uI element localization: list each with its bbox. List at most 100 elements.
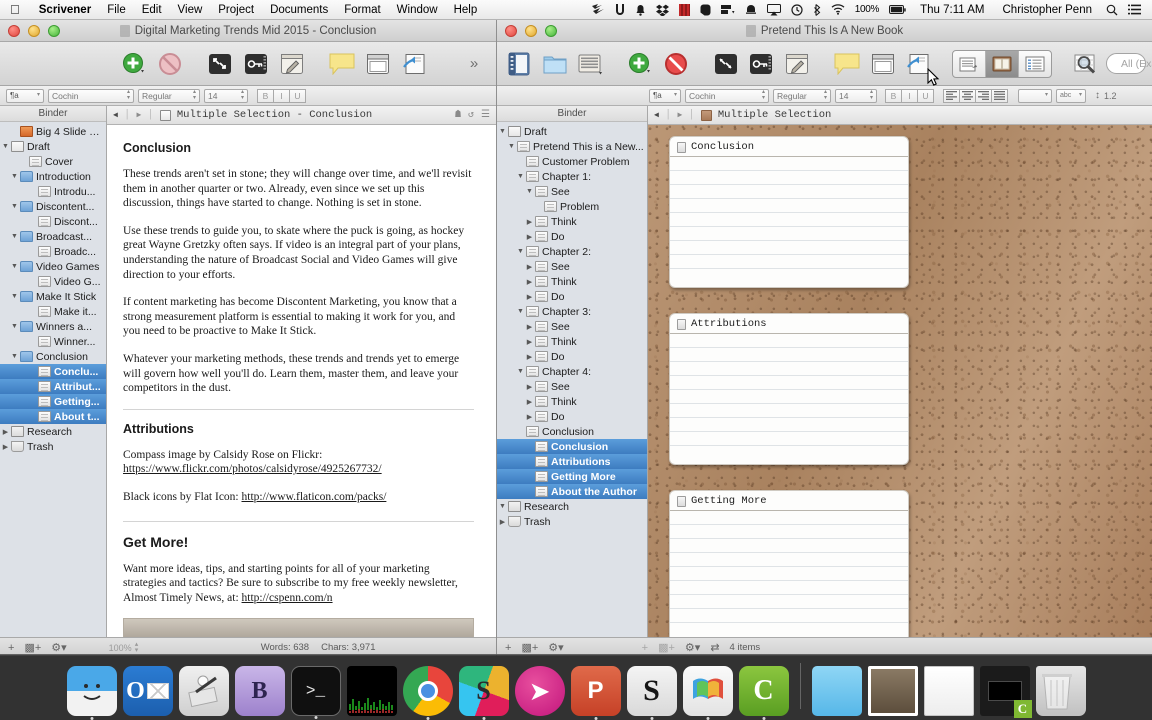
inspector-keyboard-button-right[interactable] <box>745 49 777 79</box>
index-card[interactable]: Attributions <box>669 313 909 465</box>
dock-item-camtasia[interactable]: C <box>738 666 789 716</box>
disclosure-triangle-open-icon[interactable]: ▼ <box>9 263 20 270</box>
dock-item-bbedit[interactable]: B <box>234 666 285 716</box>
binder-row[interactable]: ▼ Broadcast... <box>0 229 106 244</box>
binder-row[interactable]: ▼ Research <box>497 499 647 514</box>
underline-button-right[interactable]: U <box>917 88 934 103</box>
binder-row[interactable]: ▼ See <box>497 184 647 199</box>
binder-row[interactable]: ▼ Draft <box>497 124 647 139</box>
disclosure-triangle-open-icon[interactable]: ▼ <box>515 173 526 180</box>
disclosure-triangle-open-icon[interactable]: ▼ <box>9 203 20 210</box>
add-icon-right[interactable]: + <box>505 642 511 654</box>
back-arrow-icon-right[interactable]: ◀ <box>654 110 659 120</box>
flaticon-link[interactable]: http://www.flaticon.com/packs/ <box>242 491 387 503</box>
disclosure-triangle-open-icon[interactable]: ▼ <box>9 293 20 300</box>
menu-window[interactable]: Window <box>389 4 446 16</box>
export-button[interactable] <box>398 49 430 79</box>
binder-row[interactable]: Conclu... <box>0 364 106 379</box>
disclosure-triangle-open-icon[interactable]: ▼ <box>524 188 535 195</box>
outliner-view-button[interactable] <box>1019 51 1052 77</box>
apple-logo-icon[interactable]:  <box>0 3 31 16</box>
binder-row[interactable]: Conclusion <box>497 424 647 439</box>
dock-stack-downloads[interactable]: C <box>979 666 1032 718</box>
menu-format[interactable]: Format <box>336 4 388 16</box>
text-color-select[interactable]: ▾ <box>1018 88 1052 103</box>
document-editor-left[interactable]: Conclusion These trends aren't set in st… <box>107 125 496 637</box>
binder-row[interactable]: ▼ Video Games <box>0 259 106 274</box>
italic-button-left[interactable]: I <box>273 88 290 103</box>
disclosure-triangle-open-icon[interactable]: ▼ <box>0 143 11 150</box>
binder-row[interactable]: Make it... <box>0 304 106 319</box>
disclosure-triangle-closed-icon[interactable]: ▶ <box>524 323 535 331</box>
binder-row[interactable]: Big 4 Slide Deck <box>0 124 106 139</box>
add-folder-icon[interactable]: ▩+ <box>24 641 41 654</box>
binder-row[interactable]: ▼ Pretend This is a New... <box>497 139 647 154</box>
inspector-keyboard-button[interactable] <box>240 49 272 79</box>
battery-percent-label[interactable]: 100% <box>850 4 884 15</box>
binder-row[interactable]: Broadc... <box>0 244 106 259</box>
menu-file[interactable]: File <box>99 4 134 16</box>
arrange-icon[interactable]: ⇄ <box>710 641 719 654</box>
binder-row[interactable]: ▶ Trash <box>497 514 647 529</box>
binder-row[interactable]: ▼ Chapter 2: <box>497 244 647 259</box>
export-button-right[interactable] <box>902 49 934 79</box>
binder-row[interactable]: Getting... <box>0 394 106 409</box>
binder-row[interactable]: ▶ Trash <box>0 439 106 454</box>
menu-edit[interactable]: Edit <box>134 4 170 16</box>
binder-row[interactable]: ▶ See <box>497 379 647 394</box>
dock-item-terminal[interactable]: >_ <box>290 666 341 716</box>
binder-row[interactable]: Attribut... <box>0 379 106 394</box>
corkboard-add-icon[interactable]: + <box>642 642 648 654</box>
disclosure-triangle-open-icon[interactable]: ▼ <box>9 233 20 240</box>
disclosure-triangle-open-icon[interactable]: ▼ <box>506 143 517 150</box>
font-weight-select-right[interactable]: Regular ▴ ▾ <box>773 88 831 103</box>
menu-user-name[interactable]: Christopher Penn <box>994 4 1102 16</box>
menu-view[interactable]: View <box>170 4 211 16</box>
binder-row[interactable]: Cover <box>0 154 106 169</box>
disclosure-triangle-closed-icon[interactable]: ▶ <box>524 338 535 346</box>
menu-clock[interactable]: Thu 7:11 AM <box>911 4 993 16</box>
binder-row[interactable]: ▶ Do <box>497 349 647 364</box>
yellow-note-button-right[interactable] <box>831 49 863 79</box>
corkboard[interactable]: ConclusionAttributionsGetting MoreAbout … <box>648 125 1152 637</box>
dock-item-outlook[interactable]: O <box>122 666 173 716</box>
battery-charging-icon[interactable] <box>884 4 911 15</box>
binder-row[interactable]: ▼ Chapter 4: <box>497 364 647 379</box>
menu-project[interactable]: Project <box>210 4 262 16</box>
title-bar-left[interactable]: Digital Marketing Trends Mid 2015 - Conc… <box>0 20 496 42</box>
dock-item-buffer[interactable]: ➤ <box>514 666 565 716</box>
disclosure-triangle-open-icon[interactable]: ▼ <box>9 173 20 180</box>
binder-row[interactable]: ▶ Think <box>497 274 647 289</box>
binder-row[interactable]: Customer Problem <box>497 154 647 169</box>
binder-row[interactable]: ▶ Think <box>497 214 647 229</box>
dock-item-powerpoint[interactable]: P <box>570 666 621 716</box>
dock-item-scrivener[interactable]: S <box>626 666 677 716</box>
corkboard-add-folder-icon[interactable]: ▩+ <box>658 641 675 654</box>
timemachine-icon[interactable] <box>786 3 808 16</box>
binder-row[interactable]: ▼ Discontent... <box>0 199 106 214</box>
binder-row[interactable]: ▶ See <box>497 319 647 334</box>
zoom-control[interactable]: 100% ▴ ▾ <box>109 641 139 654</box>
binder-row[interactable]: ▶ Think <box>497 334 647 349</box>
binder-row[interactable]: About t... <box>0 409 106 424</box>
evernote-icon[interactable] <box>695 4 716 16</box>
binder-tree-left[interactable]: Big 4 Slide Deck ▼ Draft Cover ▼ Introduction… <box>0 122 106 637</box>
dock-item-chrome[interactable] <box>402 666 453 716</box>
dock-item-scrivener-alt[interactable] <box>178 666 229 716</box>
binder-row[interactable]: About the Author <box>497 484 647 499</box>
ulysses-icon[interactable] <box>610 3 630 16</box>
binder-row[interactable]: Getting More <box>497 469 647 484</box>
binder-row[interactable]: Video G... <box>0 274 106 289</box>
no-entry-button-right[interactable] <box>660 49 692 79</box>
forward-arrow-icon[interactable]: ▶ <box>136 110 141 120</box>
dock-item-finder[interactable] <box>66 666 117 716</box>
dock-item-slack[interactable]: S <box>458 666 509 716</box>
yellow-note-button[interactable] <box>326 49 358 79</box>
bookmark-icon[interactable]: ☗ <box>455 109 461 121</box>
binder-row[interactable]: ▼ Make It Stick <box>0 289 106 304</box>
menu-icon[interactable]: ☰ <box>481 109 490 121</box>
add-icon[interactable]: + <box>8 642 14 654</box>
search-input[interactable]: All (Exac <box>1106 53 1152 74</box>
binder-row[interactable]: ▶ Research <box>0 424 106 439</box>
disclosure-triangle-closed-icon[interactable]: ▶ <box>524 233 535 241</box>
